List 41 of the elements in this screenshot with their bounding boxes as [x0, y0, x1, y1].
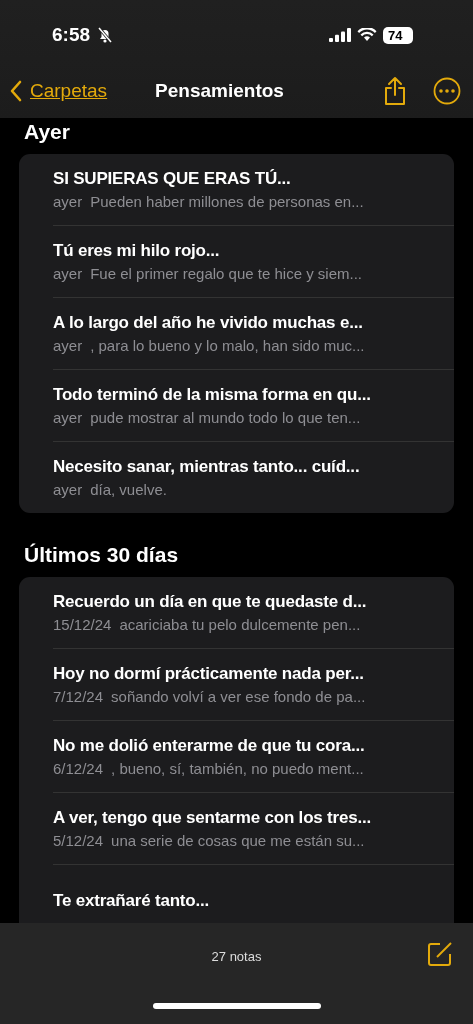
note-preview: Pueden haber millones de personas en... [90, 193, 364, 210]
compose-button[interactable] [427, 941, 453, 967]
section-heading: Últimos 30 días [23, 542, 180, 568]
battery-level: 74 [383, 26, 413, 44]
note-date: 5/12/24 [53, 832, 104, 849]
note-title[interactable]: A lo largo del año he vivido muchas e... [53, 313, 363, 333]
note-title[interactable]: A ver, tengo que sentarme con los tres... [53, 808, 372, 828]
note-preview: día, vuelve. [90, 481, 167, 498]
section-heading: Ayer [23, 119, 71, 145]
note-date: ayer [53, 409, 83, 426]
folder-title: Pensamientos [155, 80, 285, 102]
note-title[interactable]: Te extrañaré tanto... [53, 890, 210, 911]
note-date: 7/12/24 [53, 688, 104, 705]
back-chevron-icon[interactable] [10, 80, 22, 102]
note-preview: soñando volví a ver ese fondo de pa... [111, 688, 366, 705]
share-button[interactable] [383, 76, 407, 106]
note-title[interactable]: No me dolió enterarme de que tu cora... [53, 736, 365, 756]
wifi-icon [357, 28, 377, 42]
note-date: ayer [53, 481, 83, 498]
note-preview: pude mostrar al mundo todo lo que ten... [90, 409, 361, 426]
more-button[interactable] [433, 77, 461, 105]
back-link[interactable]: Carpetas [30, 80, 108, 102]
note-title[interactable]: Necesito sanar, mientras tanto... cuíd... [53, 457, 360, 477]
note-date: 6/12/24 [53, 760, 104, 777]
note-date: ayer [53, 193, 83, 210]
note-title[interactable]: Tú eres mi hilo rojo... [53, 241, 220, 261]
note-title[interactable]: Recuerdo un día en que te quedaste d... [53, 592, 367, 612]
note-date: ayer [53, 337, 83, 354]
note-title[interactable]: Todo terminó de la misma forma en qu... [53, 385, 371, 405]
status-time: 6:58 [52, 24, 91, 46]
note-preview: Fue el primer regalo que te hice y siem... [90, 265, 362, 282]
note-date: 15/12/24 [53, 616, 112, 633]
note-title[interactable]: Hoy no dormí prácticamente nada per... [53, 664, 364, 684]
note-preview: , bueno, sí, también, no puedo ment... [111, 760, 364, 777]
note-preview: , para lo bueno y lo malo, han sido muc... [90, 337, 365, 354]
note-title[interactable]: SI SUPIERAS QUE ERAS TÚ... [53, 169, 291, 189]
note-preview: acariciaba tu pelo dulcemente pen... [119, 616, 361, 633]
note-count: 27 notas [211, 948, 262, 964]
note-date: ayer [53, 265, 83, 282]
note-preview: una serie de cosas que me están su... [111, 832, 365, 849]
signal-icon [329, 28, 351, 42]
